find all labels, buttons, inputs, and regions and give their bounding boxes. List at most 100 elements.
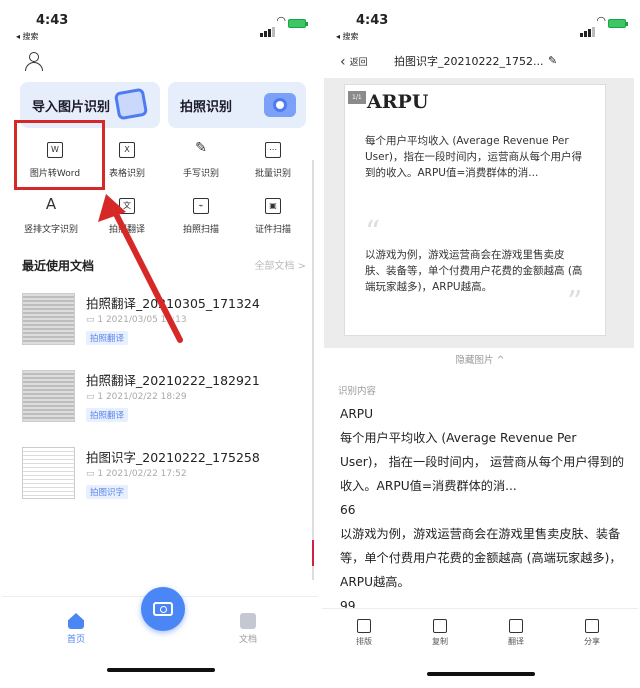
doc-meta: ▭ 1 2021/03/05 17:13 [86, 315, 187, 325]
battery-icon [608, 19, 628, 28]
doc-item[interactable]: 拍照翻译_20210222_182921 ▭ 1 2021/02/22 18:2… [22, 370, 308, 426]
tool-label: 竖排文字识别 [23, 225, 78, 235]
camera-button[interactable] [141, 587, 185, 631]
translate-icon [509, 619, 523, 633]
image-paragraph: 以游戏为例，游戏运营商会在游戏里售卖皮肤、装备等，单个付费用户花费的金额越高 (… [365, 249, 583, 293]
doc-thumbnail [22, 293, 75, 345]
tool-id-scan[interactable]: ▣ 证件扫描 [240, 198, 306, 242]
tool-photo-translate[interactable]: 文 拍照翻译 [94, 198, 160, 242]
home-indicator [107, 668, 215, 672]
scanned-page: 1/1 ARPU 每个用户平均收入 (Average Revenue Per U… [344, 84, 606, 336]
home-icon [68, 613, 84, 629]
hide-image-toggle[interactable]: 隐藏图片 ^ [322, 352, 638, 366]
doc-tag: 拍图识字 [86, 485, 129, 499]
all-docs-link[interactable]: 全部文档 > [254, 257, 306, 272]
image-frame-icon [113, 87, 152, 122]
page-badge: 1/1 [348, 91, 366, 104]
recent-docs-title: 最近使用文档 [22, 259, 95, 273]
excel-doc-icon: X [119, 142, 135, 158]
hide-image-label: 隐藏图片 ^ [455, 355, 505, 366]
doc-name: 拍照翻译_20210222_182921 [86, 373, 260, 388]
tool-label: 批量识别 [254, 169, 291, 179]
wifi-icon: ◠ [276, 14, 286, 27]
tool-label: 拍照翻译 [108, 225, 145, 235]
highlight-annotation-box [14, 120, 105, 190]
translate-icon: 文 [119, 198, 135, 214]
recognized-line: 66 [340, 503, 356, 517]
tab-home-label: 首页 [66, 635, 85, 645]
batch-doc-icon: ⋯ [265, 142, 281, 158]
tool-vertical-text[interactable]: A 竖排文字识别 [18, 195, 84, 242]
id-card-icon: ▣ [265, 198, 281, 214]
status-bar: 4:43 ◂ 搜索 ◠ [2, 0, 318, 44]
action-bar: 排版 复制 翻译 分享 [322, 608, 638, 688]
signal-icon [580, 18, 596, 37]
scrollbar[interactable] [312, 160, 314, 580]
import-image-label: 导入图片识别 [32, 100, 111, 115]
back-to-app-link[interactable]: ◂ 搜索 [16, 31, 39, 42]
doc-thumbnail [22, 447, 75, 499]
back-to-app-link[interactable]: ◂ 搜索 [336, 31, 359, 42]
doc-meta: ▭ 1 2021/02/22 17:52 [86, 469, 187, 479]
status-bar: 4:43 ◂ 搜索 ◠ [322, 0, 638, 44]
translate-label: 翻译 [508, 637, 524, 646]
recognized-line: 以游戏为例，游戏运营商会在游戏里售卖皮肤、装备等，单个付费用户花费的金额越高 (… [340, 527, 622, 589]
signal-icon [260, 18, 276, 37]
tab-docs-label: 文档 [238, 635, 257, 645]
copy-label: 复制 [432, 637, 448, 646]
wifi-icon: ◠ [596, 14, 606, 27]
back-label: 返回 [349, 58, 368, 68]
image-preview: 1/1 ARPU 每个用户平均收入 (Average Revenue Per U… [324, 78, 634, 348]
chevron-left-icon: ‹ [340, 54, 346, 70]
doc-name: 拍照翻译_20210305_171324 [86, 296, 260, 311]
battery-icon [288, 19, 308, 28]
take-photo-card[interactable]: 拍照识别 [168, 82, 306, 128]
doc-tag: 拍照翻译 [86, 331, 129, 345]
status-time: 4:43 [36, 13, 69, 28]
vertical-text-icon: A [45, 195, 57, 213]
camera-icon [153, 602, 173, 616]
tool-label: 证件扫描 [254, 225, 291, 235]
doc-thumbnail [22, 370, 75, 422]
document-icon [240, 613, 256, 629]
camera-icon [262, 90, 298, 122]
tool-label: 手写识别 [182, 169, 219, 179]
edit-pencil-icon[interactable]: ✎ [548, 54, 557, 67]
doc-item[interactable]: 拍图识字_20210222_175258 ▭ 1 2021/02/22 17:5… [22, 447, 308, 503]
take-photo-label: 拍照识别 [180, 100, 233, 115]
tool-batch[interactable]: ⋯ 批量识别 [240, 142, 306, 186]
status-time: 4:43 [356, 13, 389, 28]
detail-screen: 4:43 ◂ 搜索 ◠ ‹ 返回 拍图识字_20210222_1752... ✎ … [322, 0, 638, 688]
tab-home[interactable]: 首页 [56, 613, 96, 645]
home-screen: 4:43 ◂ 搜索 ◠ 导入图片识别 拍照识别 W 图片转Word X 表格识别… [2, 0, 318, 688]
share-icon [585, 619, 599, 633]
tool-handwriting[interactable]: ✎ 手写识别 [168, 140, 234, 186]
tab-bar: 首页 文档 [2, 587, 318, 688]
recognized-line: 每个用户平均收入 (Average Revenue Per User)， 指在一… [340, 431, 625, 493]
profile-icon[interactable] [24, 52, 44, 72]
page-title: 拍图识字_20210222_1752... [394, 55, 544, 68]
nav-bar: ‹ 返回 拍图识字_20210222_1752... ✎ [322, 46, 638, 76]
recognized-line: ARPU [340, 407, 374, 421]
image-heading: ARPU [367, 91, 429, 113]
recognized-text[interactable]: ARPU 每个用户平均收入 (Average Revenue Per User)… [340, 402, 625, 618]
translate-button[interactable]: 翻译 [496, 619, 536, 647]
share-button[interactable]: 分享 [572, 619, 612, 647]
share-label: 分享 [584, 637, 600, 646]
doc-name: 拍图识字_20210222_175258 [86, 450, 260, 465]
image-paragraph: 每个用户平均收入 (Average Revenue Per User)，指在一段… [365, 135, 583, 179]
tool-label: 拍照扫描 [182, 225, 219, 235]
feather-icon: ✎ [195, 140, 207, 156]
close-quote-icon: ” [567, 285, 583, 320]
doc-item[interactable]: 拍照翻译_20210305_171324 ▭ 1 2021/03/05 17:1… [22, 293, 308, 349]
home-indicator [427, 672, 535, 676]
copy-button[interactable]: 复制 [420, 619, 460, 647]
layout-button[interactable]: 排版 [344, 619, 384, 647]
copy-icon [433, 619, 447, 633]
recognized-label: 识别内容 [338, 386, 377, 397]
tool-photo-scan[interactable]: ⌁ 拍照扫描 [168, 198, 234, 242]
scan-icon: ⌁ [193, 198, 209, 214]
tab-docs[interactable]: 文档 [228, 613, 268, 645]
back-button[interactable]: ‹ 返回 [340, 54, 368, 70]
doc-tag: 拍照翻译 [86, 408, 129, 422]
